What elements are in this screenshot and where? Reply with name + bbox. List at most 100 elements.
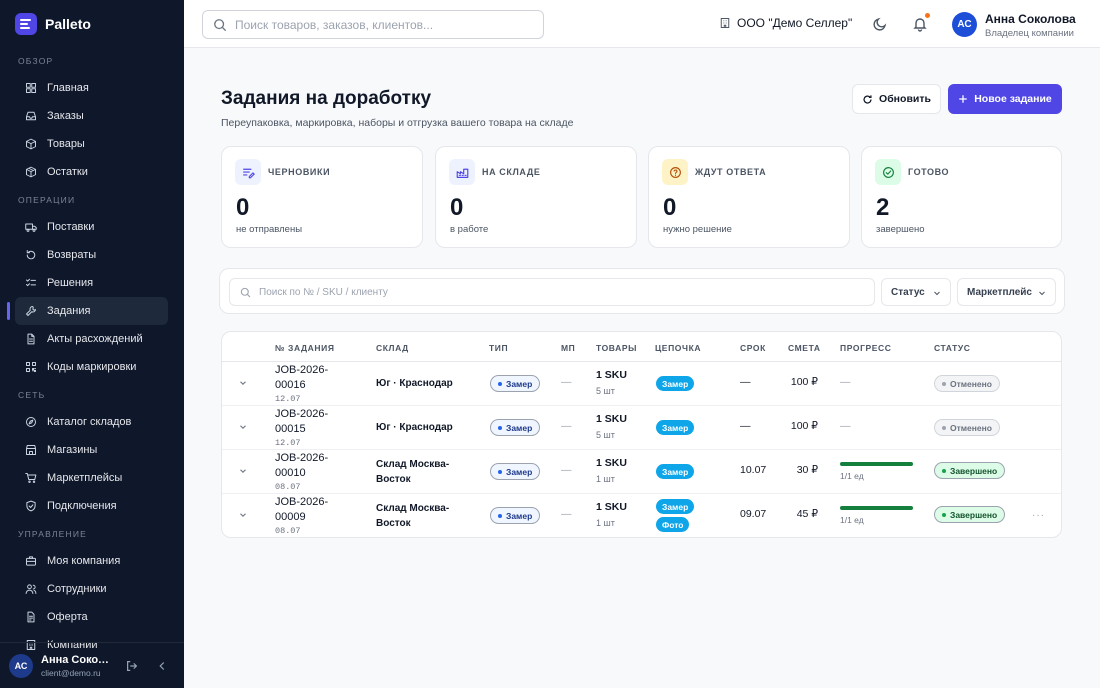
- global-search-input[interactable]: [235, 17, 515, 32]
- column-header[interactable]: ПРОГРЕСС: [840, 343, 892, 353]
- stat-card[interactable]: ГОТОВО 2 завершено: [861, 146, 1062, 248]
- app-logo[interactable]: Palleto: [0, 0, 184, 48]
- column-header[interactable]: ЦЕПОЧКА: [655, 343, 701, 353]
- sidebar-item[interactable]: Маркетплейсы: [15, 464, 168, 492]
- row-actions-button[interactable]: ···: [1032, 510, 1045, 521]
- chevron-down-icon[interactable]: [238, 466, 248, 476]
- warehouse-name: Склад Москва-Восток: [376, 459, 450, 485]
- task-date: 08.07: [275, 526, 301, 536]
- status-filter-label: Статус: [891, 286, 925, 298]
- sidebar-item[interactable]: Остатки: [15, 158, 168, 186]
- stock-icon: [25, 166, 37, 178]
- sidebar-user-email: client@demo.ru: [41, 667, 101, 678]
- bell-icon[interactable]: [912, 16, 928, 32]
- factory-icon: [449, 159, 475, 185]
- estimate: 45 ₽: [796, 508, 818, 520]
- task-number[interactable]: JOB-2026- 00010: [275, 451, 355, 481]
- new-task-button[interactable]: Новое задание: [948, 84, 1062, 114]
- status-badge: Отменено: [934, 419, 1000, 436]
- estimate: 30 ₽: [796, 464, 818, 476]
- column-header[interactable]: СМЕТА: [788, 343, 821, 353]
- sidebar-item[interactable]: Коды маркировки: [15, 353, 168, 381]
- sidebar-item[interactable]: Оферта: [15, 603, 168, 631]
- column-header[interactable]: МП: [561, 343, 575, 353]
- table-row[interactable]: JOB-2026- 00009 08.07 Склад Москва-Восток…: [222, 494, 1061, 537]
- table-row[interactable]: JOB-2026- 00016 12.07 Юг · Краснодар Заме…: [222, 362, 1061, 406]
- stat-caption: завершено: [876, 224, 925, 235]
- estimate: 100 ₽: [790, 420, 818, 432]
- sidebar-item[interactable]: Подключения: [15, 492, 168, 520]
- table-row[interactable]: JOB-2026- 00015 12.07 Юг · Краснодар Заме…: [222, 406, 1061, 450]
- task-search[interactable]: [229, 278, 875, 306]
- column-header[interactable]: СТАТУС: [934, 343, 971, 353]
- stat-card[interactable]: НА СКЛАДЕ 0 в работе: [435, 146, 637, 248]
- column-header[interactable]: СКЛАД: [376, 343, 409, 353]
- stat-caption: не отправлены: [236, 224, 303, 235]
- qr-icon: [25, 361, 37, 373]
- sidebar-item[interactable]: Поставки: [15, 213, 168, 241]
- stat-value: 0: [663, 194, 677, 221]
- column-header[interactable]: № ЗАДАНИЯ: [275, 343, 335, 353]
- column-header[interactable]: ТОВАРЫ: [596, 343, 637, 353]
- task-number[interactable]: JOB-2026- 00009: [275, 495, 355, 525]
- wrench-icon: [25, 305, 37, 317]
- sidebar-item-label: Коды маркировки: [47, 361, 137, 373]
- task-search-input[interactable]: [259, 286, 819, 298]
- grid-icon: [25, 82, 37, 94]
- header-user[interactable]: Анна Соколова Владелец компании: [985, 12, 1076, 39]
- avatar[interactable]: АС: [9, 653, 33, 678]
- sidebar-item[interactable]: Решения: [15, 269, 168, 297]
- marketplace-filter[interactable]: Маркетплейс: [957, 278, 1056, 306]
- sidebar-item[interactable]: Главная: [15, 74, 168, 102]
- chevron-down-icon[interactable]: [238, 510, 248, 520]
- sidebar-item[interactable]: Возвраты: [15, 241, 168, 269]
- sidebar-item[interactable]: Заказы: [15, 102, 168, 130]
- logout-icon[interactable]: [125, 659, 139, 673]
- status-filter[interactable]: Статус: [881, 278, 951, 306]
- refresh-icon: [863, 94, 872, 104]
- stat-card[interactable]: ЖДУТ ОТВЕТА 0 нужно решение: [648, 146, 850, 248]
- table-row[interactable]: JOB-2026- 00010 08.07 Склад Москва-Восток…: [222, 450, 1061, 494]
- sidebar-user: АС Анна Соколова client@demo.ru: [0, 642, 184, 688]
- sidebar-item[interactable]: Товары: [15, 130, 168, 158]
- sidebar-item[interactable]: Сотрудники: [15, 575, 168, 603]
- sidebar-item[interactable]: Магазины: [15, 436, 168, 464]
- notification-dot: [925, 13, 930, 18]
- stat-card[interactable]: ЧЕРНОВИКИ 0 не отправлены: [221, 146, 423, 248]
- company-switcher[interactable]: ООО "Демо Селлер": [719, 16, 852, 30]
- stat-label: ЧЕРНОВИКИ: [268, 167, 331, 177]
- sidebar-item-label: Магазины: [47, 444, 98, 456]
- type-badge: Замер: [490, 507, 541, 524]
- sidebar-item[interactable]: Моя компания: [15, 547, 168, 575]
- box-icon: [25, 138, 37, 150]
- task-number[interactable]: JOB-2026- 00015: [275, 407, 355, 437]
- sidebar-item[interactable]: Акты расхождений: [15, 325, 168, 353]
- page-subtitle: Переупаковка, маркировка, наборы и отгру…: [221, 117, 574, 129]
- quantity: 1 шт: [596, 474, 615, 484]
- sidebar-item-label: Товары: [47, 138, 85, 150]
- new-task-label: Новое задание: [974, 93, 1052, 105]
- store-icon: [25, 444, 37, 456]
- avatar[interactable]: АС: [952, 12, 977, 37]
- moon-icon[interactable]: [872, 16, 888, 32]
- type-badge: Замер: [490, 463, 541, 480]
- stat-caption: нужно решение: [663, 224, 732, 235]
- task-number[interactable]: JOB-2026- 00016: [275, 363, 355, 393]
- nav-section-title: УПРАВЛЕНИЕ: [18, 529, 88, 539]
- status-badge: Завершено: [934, 462, 1006, 479]
- sku-count: 1 SKU: [596, 413, 627, 425]
- column-header[interactable]: СРОК: [740, 343, 766, 353]
- column-header[interactable]: ТИП: [489, 343, 508, 353]
- global-search[interactable]: [202, 10, 544, 39]
- sidebar-item-label: Решения: [47, 277, 94, 289]
- chevron-down-icon[interactable]: [238, 378, 248, 388]
- sku-count: 1 SKU: [596, 501, 627, 513]
- refresh-button[interactable]: Обновить: [852, 84, 941, 114]
- sidebar: Palleto ОБЗОР Главная Заказы Товары Оста…: [0, 0, 184, 688]
- sidebar-item[interactable]: Задания: [7, 297, 168, 325]
- collapse-sidebar-icon[interactable]: [155, 659, 169, 673]
- building-icon: [720, 18, 730, 28]
- draft-icon: [235, 159, 261, 185]
- sidebar-item[interactable]: Каталог складов: [15, 408, 168, 436]
- chevron-down-icon[interactable]: [238, 422, 248, 432]
